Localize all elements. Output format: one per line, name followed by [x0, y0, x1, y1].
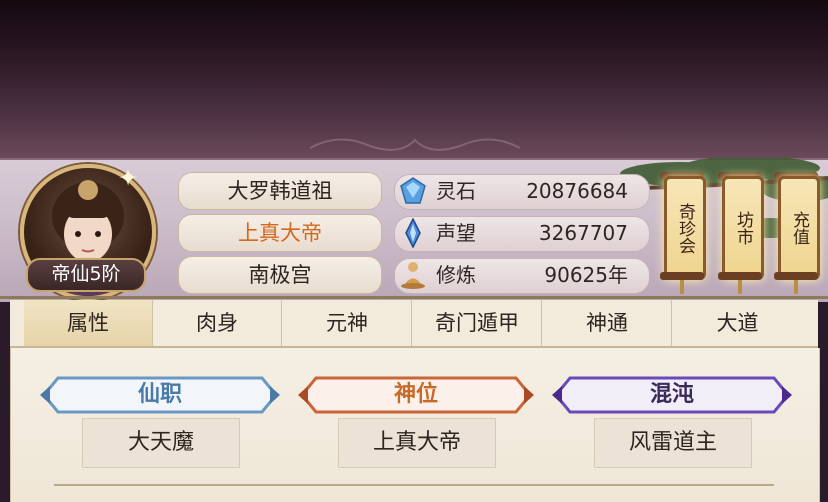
player-sect[interactable]: 南极宫	[178, 256, 382, 294]
tab-divine-powers[interactable]: 神通	[543, 300, 672, 346]
spirit-stone-icon	[400, 177, 426, 204]
scroll-cap-bottom	[774, 272, 818, 280]
panel-divider	[54, 484, 774, 486]
prestige-crystal-icon	[405, 218, 421, 248]
cloud-ornament	[309, 138, 521, 151]
butterfly-icon: ✦	[118, 164, 139, 192]
card-value-divine-rank: 上真大帝	[338, 418, 496, 468]
card-head-chaos: 混沌	[649, 382, 694, 407]
tab-great-dao[interactable]: 大道	[673, 300, 802, 346]
stat-value-prestige: 3267707	[538, 221, 628, 245]
tassel	[680, 280, 684, 294]
scroll-cap-bottom	[718, 272, 762, 280]
stat-value-spirit-stone: 20876684	[526, 179, 628, 203]
stat-label-cultivation: 修炼	[436, 263, 476, 287]
card-value-immortal-post: 大天魔	[82, 418, 240, 468]
tassel	[738, 280, 742, 294]
market-button[interactable]: 坊市	[722, 176, 764, 280]
tab-body[interactable]: 肉身	[153, 300, 282, 346]
tab-qimen-dunjia[interactable]: 奇门遁甲	[413, 300, 542, 346]
player-title[interactable]: 上真大帝	[178, 214, 382, 252]
tassel	[794, 280, 798, 294]
card-head-immortal-post: 仙职	[137, 382, 182, 407]
treasure-fair-button[interactable]: 奇珍会	[664, 176, 706, 280]
meditation-icon	[401, 262, 425, 289]
card-value-chaos: 风雷道主	[594, 418, 752, 468]
card-head-divine-rank: 神位	[393, 382, 438, 407]
scroll-cap-bottom	[660, 272, 704, 280]
rank-badge: 帝仙5阶	[26, 258, 146, 292]
stat-label-prestige: 声望	[436, 221, 476, 245]
stat-label-spirit-stone: 灵石	[436, 179, 476, 203]
tab-spirit[interactable]: 元神	[283, 300, 412, 346]
stat-value-cultivation: 90625年	[544, 263, 628, 287]
tab-bar: 属性 肉身 元神 奇门遁甲 神通 大道	[10, 300, 818, 348]
header-divider	[0, 296, 828, 299]
recharge-button[interactable]: 充值	[778, 176, 820, 280]
tab-attributes[interactable]: 属性	[24, 300, 153, 346]
player-name: 大罗韩道祖	[178, 172, 382, 210]
